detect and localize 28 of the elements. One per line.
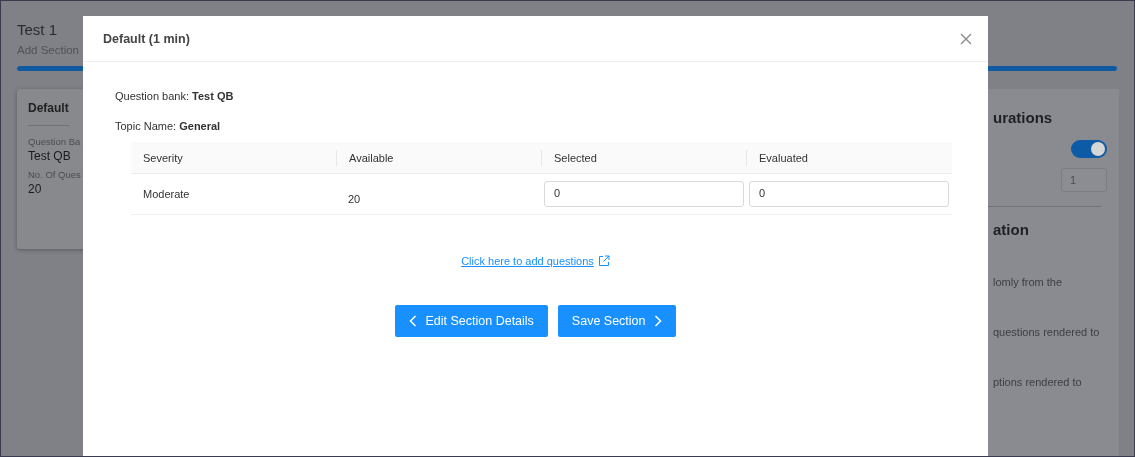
table-cell: Moderate: [143, 188, 190, 200]
page-title: Test 1: [17, 21, 58, 38]
evaluated-input[interactable]: 0: [749, 181, 949, 207]
column-header: Available: [349, 151, 394, 164]
description-text: lomly from the: [993, 276, 1064, 288]
action-button[interactable]: Edit Section Details: [395, 305, 548, 337]
chevron-right-icon: [653, 315, 662, 327]
panel-heading: ation: [993, 221, 1030, 238]
panel-heading: urations: [993, 109, 1054, 126]
card-title: Default: [28, 101, 69, 126]
toggle-switch[interactable]: [1071, 140, 1107, 158]
table-cell: 20: [348, 193, 361, 205]
column-header: Evaluated: [759, 151, 808, 164]
column-header: Severity: [143, 151, 183, 164]
modal-title: Default (1 min): [103, 31, 190, 46]
chevron-left-icon: [409, 315, 418, 327]
number-input[interactable]: 1: [1061, 168, 1107, 192]
question-bank-text: Question bank: Test QB: [115, 89, 235, 104]
field-value: 20: [28, 182, 42, 196]
description-text: questions rendered to: [993, 326, 1101, 338]
close-icon[interactable]: [960, 32, 972, 45]
add-questions-link[interactable]: Click here to add questions: [461, 255, 594, 267]
external-link-icon: [597, 255, 610, 267]
column-header: Selected: [554, 151, 597, 164]
topic-name-text: Topic Name: General: [115, 119, 222, 134]
selected-input[interactable]: 0: [544, 181, 744, 207]
action-button[interactable]: Save Section: [557, 305, 676, 337]
description-text: ptions rendered to: [993, 376, 1083, 388]
